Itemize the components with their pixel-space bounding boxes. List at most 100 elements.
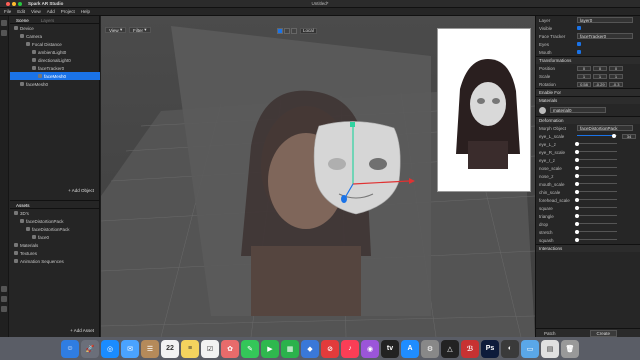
- menu-help[interactable]: Help: [81, 9, 90, 14]
- assets-item[interactable]: Animation Sequences: [10, 257, 100, 265]
- assets-item[interactable]: faceDistortionPack: [10, 225, 100, 233]
- assets-item[interactable]: 3D's: [10, 209, 100, 217]
- folder-icon[interactable]: ▭: [521, 339, 539, 358]
- photoshop-icon[interactable]: Ps: [481, 339, 499, 358]
- layers-icon[interactable]: [1, 30, 7, 36]
- files-icon[interactable]: ▤: [541, 339, 559, 358]
- slider-knob[interactable]: [575, 198, 579, 202]
- facetime-icon[interactable]: ▶: [261, 339, 279, 358]
- safari-icon[interactable]: ◎: [101, 339, 119, 358]
- slider-knob[interactable]: [575, 222, 579, 226]
- reminders-icon[interactable]: ☑: [201, 339, 219, 358]
- scene-icon[interactable]: [1, 20, 7, 26]
- settings-icon[interactable]: [1, 306, 7, 312]
- blendshape-slider[interactable]: [575, 166, 617, 170]
- add-object-button[interactable]: + Add Object: [68, 188, 94, 193]
- blendshape-slider[interactable]: [575, 150, 617, 154]
- assets-icon[interactable]: [1, 286, 7, 292]
- assets-item[interactable]: Textures: [10, 249, 100, 257]
- transformations-section[interactable]: Transformations: [536, 56, 640, 64]
- menu-edit[interactable]: Edit: [17, 9, 25, 14]
- slider-knob[interactable]: [575, 142, 579, 146]
- slider-knob[interactable]: [575, 238, 579, 242]
- scene-item[interactable]: directionalLight0: [10, 56, 100, 64]
- appstore-icon[interactable]: A: [401, 339, 419, 358]
- material-select[interactable]: material0: [550, 107, 606, 113]
- mail-icon[interactable]: ✉: [121, 339, 139, 358]
- tab-layers[interactable]: Layers: [41, 18, 55, 23]
- contacts-icon[interactable]: ☰: [141, 339, 159, 358]
- launchpad-icon[interactable]: 🚀: [81, 339, 99, 358]
- menu-project[interactable]: Project: [61, 9, 75, 14]
- photos-icon[interactable]: ✿: [221, 339, 239, 358]
- slider-knob[interactable]: [575, 214, 579, 218]
- viewport[interactable]: View ▾ Filter ▾ Local: [101, 16, 535, 337]
- gizmo-z-handle[interactable]: [341, 195, 347, 203]
- deformation-section[interactable]: Deformation: [536, 116, 640, 124]
- material-swatch[interactable]: [539, 106, 546, 114]
- slider-knob[interactable]: [575, 182, 579, 186]
- scene-item[interactable]: faceMesh0: [10, 80, 100, 88]
- calendar-icon[interactable]: 22: [161, 339, 179, 358]
- music-icon[interactable]: ♪: [341, 339, 359, 358]
- blendshape-slider[interactable]: [575, 198, 617, 202]
- menu-add[interactable]: Add: [47, 9, 55, 14]
- position-x[interactable]: 0: [577, 65, 591, 71]
- menu-file[interactable]: File: [4, 9, 11, 14]
- view-button[interactable]: View ▾: [105, 27, 127, 33]
- rotate-tool-icon[interactable]: [284, 27, 290, 34]
- eyes-checkbox[interactable]: [577, 42, 581, 46]
- slider-knob[interactable]: [575, 166, 579, 170]
- finder-icon[interactable]: ☺: [61, 339, 79, 358]
- position-z[interactable]: 0: [609, 65, 623, 71]
- interactions-section[interactable]: Interactions: [536, 244, 640, 252]
- zoom-window-button[interactable]: [18, 1, 22, 6]
- position-y[interactable]: 0: [593, 65, 607, 71]
- browser-icon[interactable]: ◐: [501, 339, 519, 358]
- slider-knob[interactable]: [611, 134, 616, 138]
- scene-item[interactable]: Device: [10, 24, 100, 32]
- news-icon[interactable]: ⊘: [321, 339, 339, 358]
- filter-button[interactable]: Filter ▾: [129, 27, 151, 33]
- notes-icon[interactable]: ≡: [181, 339, 199, 358]
- slider-knob[interactable]: [575, 206, 579, 210]
- close-window-button[interactable]: [6, 1, 10, 6]
- slider-knob[interactable]: [575, 150, 579, 154]
- blendshape-slider[interactable]: [575, 238, 617, 242]
- minimize-window-button[interactable]: [12, 1, 16, 6]
- rotation-y[interactable]: -0.29: [593, 81, 607, 87]
- layer-select[interactable]: layer0: [577, 17, 633, 23]
- assets-item[interactable]: faceDistortionPack: [10, 217, 100, 225]
- scene-item[interactable]: ambientLight0: [10, 48, 100, 56]
- slider-knob[interactable]: [575, 174, 579, 178]
- preferences-icon[interactable]: ⚙: [421, 339, 439, 358]
- mouth-checkbox[interactable]: [577, 50, 581, 54]
- tab-scene[interactable]: Scene: [16, 18, 29, 23]
- move-tool-icon[interactable]: [277, 27, 283, 34]
- blendshape-slider[interactable]: [577, 134, 617, 138]
- create-button[interactable]: Create: [589, 329, 618, 337]
- trash-icon[interactable]: 🗑: [561, 339, 579, 358]
- blendshape-slider[interactable]: [575, 182, 617, 186]
- materials-section[interactable]: Materials: [536, 96, 640, 104]
- scene-item[interactable]: Focal Distance: [10, 40, 100, 48]
- rotation-x[interactable]: 0.58: [577, 81, 591, 87]
- morph-object-select[interactable]: faceDistortionPack: [577, 125, 633, 131]
- assets-item[interactable]: Materials: [10, 241, 100, 249]
- slider-knob[interactable]: [575, 230, 579, 234]
- rotation-z[interactable]: -0.3: [609, 81, 623, 87]
- blendshape-slider[interactable]: [575, 214, 617, 218]
- slider-knob[interactable]: [575, 158, 579, 162]
- blendshape-slider[interactable]: [575, 158, 617, 162]
- scale-x[interactable]: 1: [577, 73, 591, 79]
- scene-item[interactable]: Camera: [10, 32, 100, 40]
- slider-value[interactable]: 34: [622, 134, 636, 139]
- enable-for-section[interactable]: Enable For: [536, 88, 640, 96]
- blendshape-slider[interactable]: [575, 222, 617, 226]
- blendshape-slider[interactable]: [575, 142, 617, 146]
- blendshape-slider[interactable]: [575, 230, 617, 234]
- keynote-icon[interactable]: ◆: [301, 339, 319, 358]
- bear-icon[interactable]: ℬ: [461, 339, 479, 358]
- podcasts-icon[interactable]: ◉: [361, 339, 379, 358]
- assets-item[interactable]: face0: [10, 233, 100, 241]
